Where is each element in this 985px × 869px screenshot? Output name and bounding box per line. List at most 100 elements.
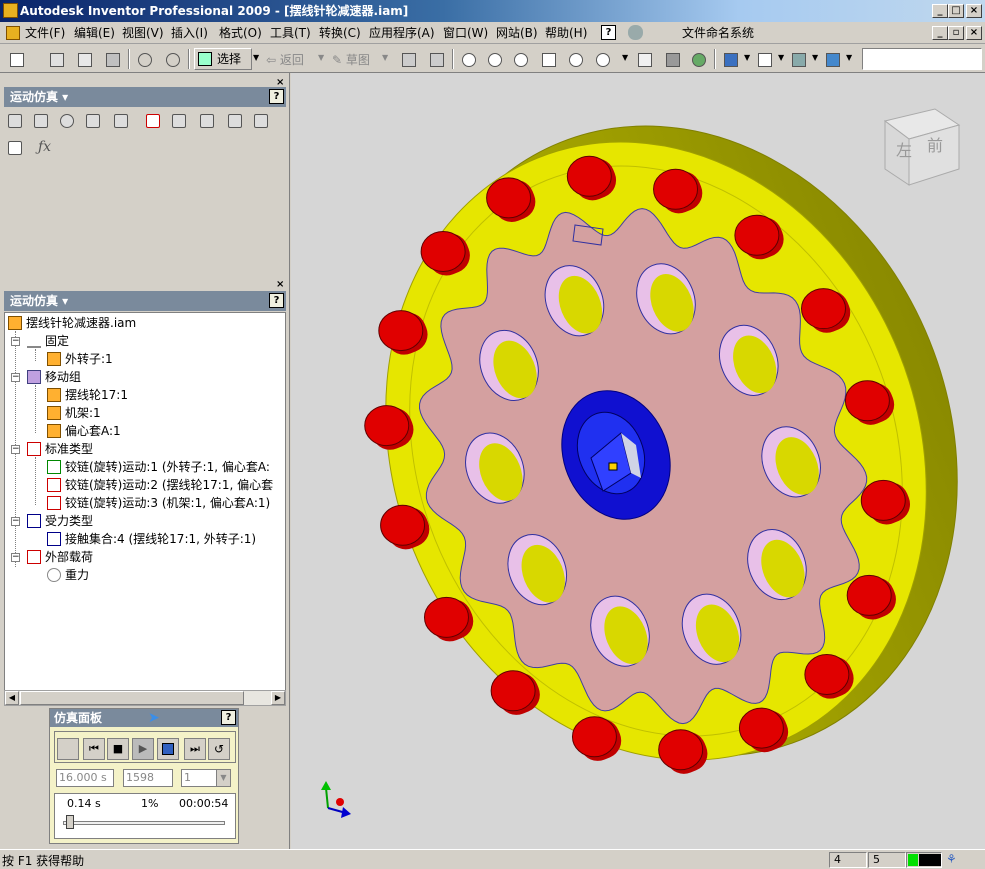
maximize-button[interactable]: □ — [948, 4, 964, 18]
frames-field[interactable]: 1598 — [123, 769, 173, 787]
menu-applications[interactable]: 应用程序(A) — [369, 26, 435, 40]
shaded-display-icon[interactable] — [662, 49, 682, 69]
tree-node-frame[interactable]: 机架:1 — [47, 405, 101, 421]
torque-icon[interactable] — [196, 110, 218, 132]
zoom-icon[interactable] — [510, 49, 530, 69]
tree-node-revolute-2[interactable]: 铰链(旋转)运动:2 (摆线轮17:1, 偏心套 — [47, 477, 273, 493]
expander-fixed[interactable]: − — [11, 337, 20, 346]
step-select[interactable]: 1 ▼ — [181, 769, 231, 787]
record-button[interactable] — [157, 738, 179, 760]
help-query-icon[interactable]: ? — [601, 25, 616, 40]
tree-node-mobile-group[interactable]: 移动组 — [27, 369, 81, 385]
end-time-field[interactable]: 16.000 s — [56, 769, 114, 787]
expander-mobile[interactable]: − — [11, 373, 20, 382]
doc-restore-button[interactable]: ▫ — [948, 26, 964, 40]
export-fea-icon[interactable] — [250, 110, 272, 132]
sim-help-icon[interactable]: ? — [221, 710, 236, 725]
tree-node-fixed[interactable]: 固定 — [27, 333, 69, 349]
pan-icon[interactable] — [538, 49, 558, 69]
close-button[interactable]: × — [966, 4, 982, 18]
select-dropdown-icon[interactable]: ▼ — [253, 53, 259, 62]
panel-help-icon[interactable]: ? — [269, 89, 284, 104]
expander-standard[interactable]: − — [11, 445, 20, 454]
view-cube-icon[interactable] — [720, 49, 740, 69]
scroll-left-icon[interactable]: ◀ — [5, 691, 19, 705]
stop-button[interactable]: ■ — [107, 738, 129, 760]
tree-root[interactable]: 摆线针轮减速器.iam — [8, 315, 136, 331]
ground-dropdown-icon[interactable]: ▼ — [812, 53, 818, 62]
repair-icon[interactable] — [56, 110, 78, 132]
progress-slider[interactable] — [65, 815, 74, 829]
tree-node-contact-set[interactable]: 接触集合:4 (摆线轮17:1, 外转子:1) — [47, 531, 256, 547]
menu-edit[interactable]: 编辑(E) — [74, 26, 115, 40]
return-button[interactable]: ⇦ 返回 — [266, 51, 304, 68]
select-button[interactable]: 选择 — [194, 48, 252, 70]
project-icon[interactable] — [74, 49, 94, 69]
shadow-dropdown-icon[interactable]: ▼ — [778, 53, 784, 62]
output-grapher-icon[interactable] — [142, 110, 164, 132]
simulation-settings-icon[interactable] — [110, 110, 132, 132]
orbit-icon[interactable] — [592, 49, 612, 69]
tree-node-revolute-1[interactable]: 铰链(旋转)运动:1 (外转子:1, 偏心套A: — [47, 459, 270, 475]
menu-help[interactable]: 帮助(H) — [545, 26, 587, 40]
doc-minimize-button[interactable]: _ — [932, 26, 948, 40]
menu-window[interactable]: 窗口(W) — [443, 26, 488, 40]
trace-icon[interactable] — [224, 110, 246, 132]
doc-close-button[interactable]: × — [966, 26, 982, 40]
tree-node-standard-joints[interactable]: 标准类型 — [27, 441, 93, 457]
function-icon[interactable]: ƒx — [38, 139, 51, 155]
construction-mode-button[interactable] — [57, 738, 79, 760]
tree-node-revolute-3[interactable]: 铰链(旋转)运动:3 (机架:1, 偏心套A:1) — [47, 495, 270, 511]
zoom-all-icon[interactable] — [458, 49, 478, 69]
sketch-button[interactable]: ✎ 草图 — [332, 51, 370, 68]
tree-node-cycloid-disc[interactable]: 摆线轮17:1 — [47, 387, 128, 403]
loop-button[interactable]: ↺ — [208, 738, 230, 760]
sim-panel-header[interactable]: 仿真面板 ? — [50, 709, 238, 727]
assembly-model[interactable]: 左 前 — [291, 73, 985, 849]
zoom-window-icon[interactable] — [484, 49, 504, 69]
ground-plane-icon[interactable] — [788, 49, 808, 69]
online-help-icon[interactable] — [628, 25, 643, 40]
sketch-dropdown-icon[interactable]: ▼ — [382, 53, 388, 62]
camera-icon[interactable] — [688, 49, 708, 69]
tree-node-eccentric-sleeve[interactable]: 偏心套A:1 — [47, 423, 121, 439]
zoom-selected-icon[interactable] — [565, 49, 585, 69]
menu-convert[interactable]: 转换(C) — [319, 26, 361, 40]
menu-insert[interactable]: 插入(I) — [171, 26, 208, 40]
force-icon[interactable] — [168, 110, 190, 132]
graphics-viewport[interactable]: 左 前 — [291, 73, 985, 849]
menu-view[interactable]: 视图(V) — [122, 26, 164, 40]
undo-icon[interactable] — [134, 49, 154, 69]
orbit-dropdown-icon[interactable]: ▼ — [622, 53, 628, 62]
minimize-button[interactable]: _ — [932, 4, 948, 18]
menu-website[interactable]: 网站(B) — [496, 26, 538, 40]
shadow-icon[interactable] — [754, 49, 774, 69]
update-icon[interactable] — [398, 49, 418, 69]
view-dropdown-icon[interactable]: ▼ — [744, 53, 750, 62]
motion-panel-header[interactable]: 运动仿真 ▾ ? — [4, 87, 286, 107]
look-at-icon[interactable] — [634, 49, 654, 69]
communication-icon[interactable]: ⚘ — [946, 852, 962, 868]
save-icon[interactable] — [102, 49, 122, 69]
expander-force[interactable]: − — [11, 517, 20, 526]
open-file-icon[interactable] — [46, 49, 66, 69]
redo-icon[interactable] — [162, 49, 182, 69]
menu-file[interactable]: 文件(F) — [25, 26, 65, 40]
tree-node-external-loads[interactable]: 外部载荷 — [27, 549, 93, 565]
tree-node-gravity[interactable]: 重力 — [47, 567, 89, 583]
browser-close-icon[interactable]: × — [276, 279, 284, 290]
unlock-icon[interactable] — [30, 110, 52, 132]
dynamic-part-icon[interactable] — [82, 110, 104, 132]
play-button[interactable]: ▶ — [132, 738, 154, 760]
tree-node-outer-rotor[interactable]: 外转子:1 — [47, 351, 113, 367]
doc-icon[interactable] — [6, 26, 20, 40]
new-file-icon[interactable] — [6, 49, 26, 69]
return-dropdown-icon[interactable]: ▼ — [318, 53, 324, 62]
tree-node-force-joints[interactable]: 受力类型 — [27, 513, 93, 529]
table-icon[interactable] — [4, 137, 26, 159]
color-override-select[interactable] — [862, 48, 982, 70]
naming-system-label[interactable]: 文件命名系统 — [682, 26, 754, 40]
appearance-dropdown-icon[interactable]: ▼ — [846, 53, 852, 62]
appearance-icon[interactable] — [822, 49, 842, 69]
browser-panel-header[interactable]: 运动仿真 ▾ ? — [4, 291, 286, 311]
